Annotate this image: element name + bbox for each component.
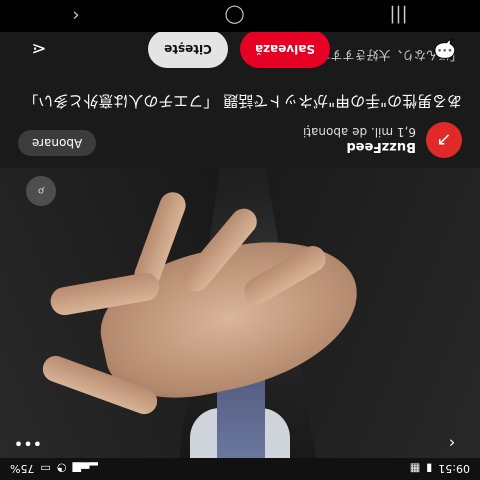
notification-icon: ▮	[426, 462, 433, 476]
chevron-left-icon[interactable]: ‹	[434, 434, 470, 454]
channel-info[interactable]: ↗ BuzzFeed 6,1 mil. de abonați	[303, 122, 462, 158]
channel-text: BuzzFeed 6,1 mil. de abonați	[303, 126, 416, 155]
more-dots-icon[interactable]: •••	[10, 434, 46, 454]
recent-apps-icon[interactable]: |||	[389, 6, 407, 27]
status-bar: 09:51 ▮ ▦ ▂▄▆ ◔ ▭ 75%	[0, 458, 480, 480]
wifi-icon: ◔	[56, 462, 67, 476]
signal-icon: ▂▄▆	[72, 462, 98, 476]
home-icon[interactable]: ◯	[224, 6, 244, 27]
channel-name: BuzzFeed	[346, 139, 416, 155]
battery-percent: 75%	[10, 462, 35, 476]
pin-title: ある男性の"手の甲"がネットで話題 「フエチの人は意外と多い」	[23, 92, 462, 110]
system-nav-bar: ||| ◯ ‹	[0, 0, 480, 32]
calendar-icon: ▦	[409, 462, 421, 476]
follow-button[interactable]: Abonare	[18, 130, 97, 156]
share-icon[interactable]: ⋖	[24, 34, 54, 64]
back-icon[interactable]: ‹	[72, 6, 79, 27]
status-time: 09:51	[438, 462, 470, 476]
lens-search-icon[interactable]: ⌕	[26, 176, 56, 206]
battery-icon: ▭	[40, 462, 51, 476]
comment-icon[interactable]: 💬	[430, 34, 460, 64]
read-button[interactable]: Citește	[148, 30, 228, 68]
pinterest-pin-screen: 09:51 ▮ ▦ ▂▄▆ ◔ ▭ 75% ‹ ••• ⌕ ↗ BuzzFeed	[0, 0, 480, 480]
pin-image[interactable]: ‹ ••• ⌕	[0, 168, 480, 458]
channel-subscribers: 6,1 mil. de abonați	[302, 125, 416, 140]
buzzfeed-arrow-icon: ↗	[426, 122, 462, 158]
save-button[interactable]: Salvează	[240, 30, 330, 68]
